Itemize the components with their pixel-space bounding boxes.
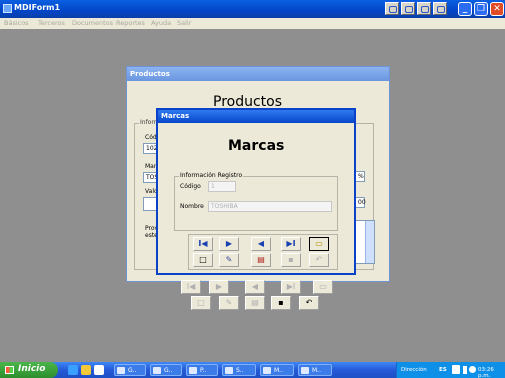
productos-last-button[interactable]: ▶I xyxy=(281,280,301,294)
marcas-window[interactable]: Marcas Marcas Información Registro Códig… xyxy=(156,108,356,275)
app-icon xyxy=(3,4,12,13)
tray-time[interactable]: 03:26 p.m. xyxy=(478,367,505,378)
productos-navigation: I◀ ▶ ◀ ▶I ▭ □ ✎ ▤ ▪ ↶ xyxy=(181,280,334,312)
marcas-titlebar[interactable]: Marcas xyxy=(158,110,354,123)
productos-save-icon[interactable]: ▪ xyxy=(271,296,291,310)
close-button[interactable]: ✕ xyxy=(490,2,504,16)
productos-undo-icon[interactable]: ↶ xyxy=(299,296,319,310)
productos-open-icon[interactable]: ▭ xyxy=(313,280,333,294)
language-indicator[interactable]: ES xyxy=(439,367,447,373)
marcas-next-button[interactable]: ▶ xyxy=(219,237,239,251)
marca-codigo-label: Código xyxy=(180,183,201,190)
marca-nombre-field[interactable]: TOSHIBA xyxy=(208,201,332,212)
productos-edit-icon[interactable]: ✎ xyxy=(219,296,239,310)
marcas-last-button[interactable]: ▶I xyxy=(281,237,301,251)
marcas-fieldset-legend: Información Registro xyxy=(179,172,244,179)
menu-reportes[interactable]: Reportes xyxy=(116,19,145,27)
window-title: MDIForm1 xyxy=(14,3,61,12)
taskbar-item-1[interactable]: G.. xyxy=(114,364,146,376)
tool-icon-2[interactable] xyxy=(401,2,415,15)
marcas-first-button[interactable]: I◀ xyxy=(193,237,213,251)
tool-icon-3[interactable] xyxy=(417,2,431,15)
quicklaunch-folder-icon[interactable] xyxy=(81,365,91,375)
system-tray: Dirección ES 03:26 p.m. xyxy=(396,362,505,378)
taskbar-item-6[interactable]: M.. xyxy=(298,364,332,376)
address-label[interactable]: Dirección xyxy=(401,367,427,373)
menu-bar: Básicos Terceros Documentos Reportes Ayu… xyxy=(0,18,505,29)
taskbar-item-2[interactable]: G.. xyxy=(150,364,182,376)
menu-documentos[interactable]: Documentos xyxy=(72,19,113,27)
marca-nombre-label: Nombre xyxy=(180,203,204,210)
marcas-open-icon[interactable]: ▭ xyxy=(309,237,329,251)
tool-icon-1[interactable] xyxy=(385,2,399,15)
productos-prev-button[interactable]: ◀ xyxy=(245,280,265,294)
productos-first-button[interactable]: I◀ xyxy=(181,280,201,294)
main-titlebar: MDIForm1 _ ❐ ✕ xyxy=(0,0,505,18)
productos-next-button[interactable]: ▶ xyxy=(209,280,229,294)
taskbar-item-4[interactable]: S.. xyxy=(222,364,256,376)
producto-proveedor-scrollbar[interactable] xyxy=(365,221,374,263)
producto-codigo-label: Cód xyxy=(145,134,157,141)
tray-clock-icon[interactable] xyxy=(469,366,476,373)
tray-network-icon[interactable] xyxy=(452,365,460,374)
start-button[interactable]: Inicio xyxy=(0,362,58,378)
menu-ayuda[interactable]: Ayuda xyxy=(151,19,171,27)
productos-new-button[interactable]: □ xyxy=(191,296,211,310)
marcas-delete-icon[interactable]: ▤ xyxy=(251,253,271,267)
marcas-prev-button[interactable]: ◀ xyxy=(251,237,271,251)
taskbar-item-3[interactable]: P.. xyxy=(186,364,218,376)
marcas-edit-icon[interactable]: ✎ xyxy=(219,253,239,267)
menu-salir[interactable]: Salir xyxy=(177,19,191,27)
marcas-heading: Marcas xyxy=(228,138,285,154)
productos-titlebar[interactable]: Productos xyxy=(127,67,389,81)
quicklaunch-media-icon[interactable] xyxy=(94,365,104,375)
menu-terceros[interactable]: Terceros xyxy=(38,19,65,27)
tray-volume-icon[interactable] xyxy=(463,366,467,374)
marcas-undo-icon[interactable]: ↶ xyxy=(309,253,329,267)
marca-codigo-field[interactable]: 1 xyxy=(208,181,236,192)
titlebar-tools xyxy=(385,2,447,15)
restore-button[interactable]: ❐ xyxy=(474,2,488,16)
marcas-new-icon[interactable]: □ xyxy=(193,253,213,267)
productos-delete-icon[interactable]: ▤ xyxy=(245,296,265,310)
window-controls: _ ❐ ✕ xyxy=(458,2,504,16)
producto-percent-field[interactable]: % xyxy=(355,171,365,182)
windows-flag-icon xyxy=(5,366,14,374)
marcas-save-icon[interactable]: ▪ xyxy=(281,253,301,267)
menu-basicos[interactable]: Básicos xyxy=(4,19,29,27)
minimize-button[interactable]: _ xyxy=(458,2,472,16)
start-label: Inicio xyxy=(18,364,46,374)
marcas-navigation: I◀ ▶ ◀ ▶I ▭ □ ✎ ▤ ▪ ↶ xyxy=(188,234,338,270)
taskbar: Inicio G.. G.. P.. S.. M.. M.. Dirección… xyxy=(0,362,505,378)
taskbar-item-5[interactable]: M.. xyxy=(260,364,294,376)
tool-icon-4[interactable] xyxy=(433,2,447,15)
quicklaunch-ie-icon[interactable] xyxy=(68,365,78,375)
producto-amount-field[interactable]: 00 xyxy=(355,197,366,208)
